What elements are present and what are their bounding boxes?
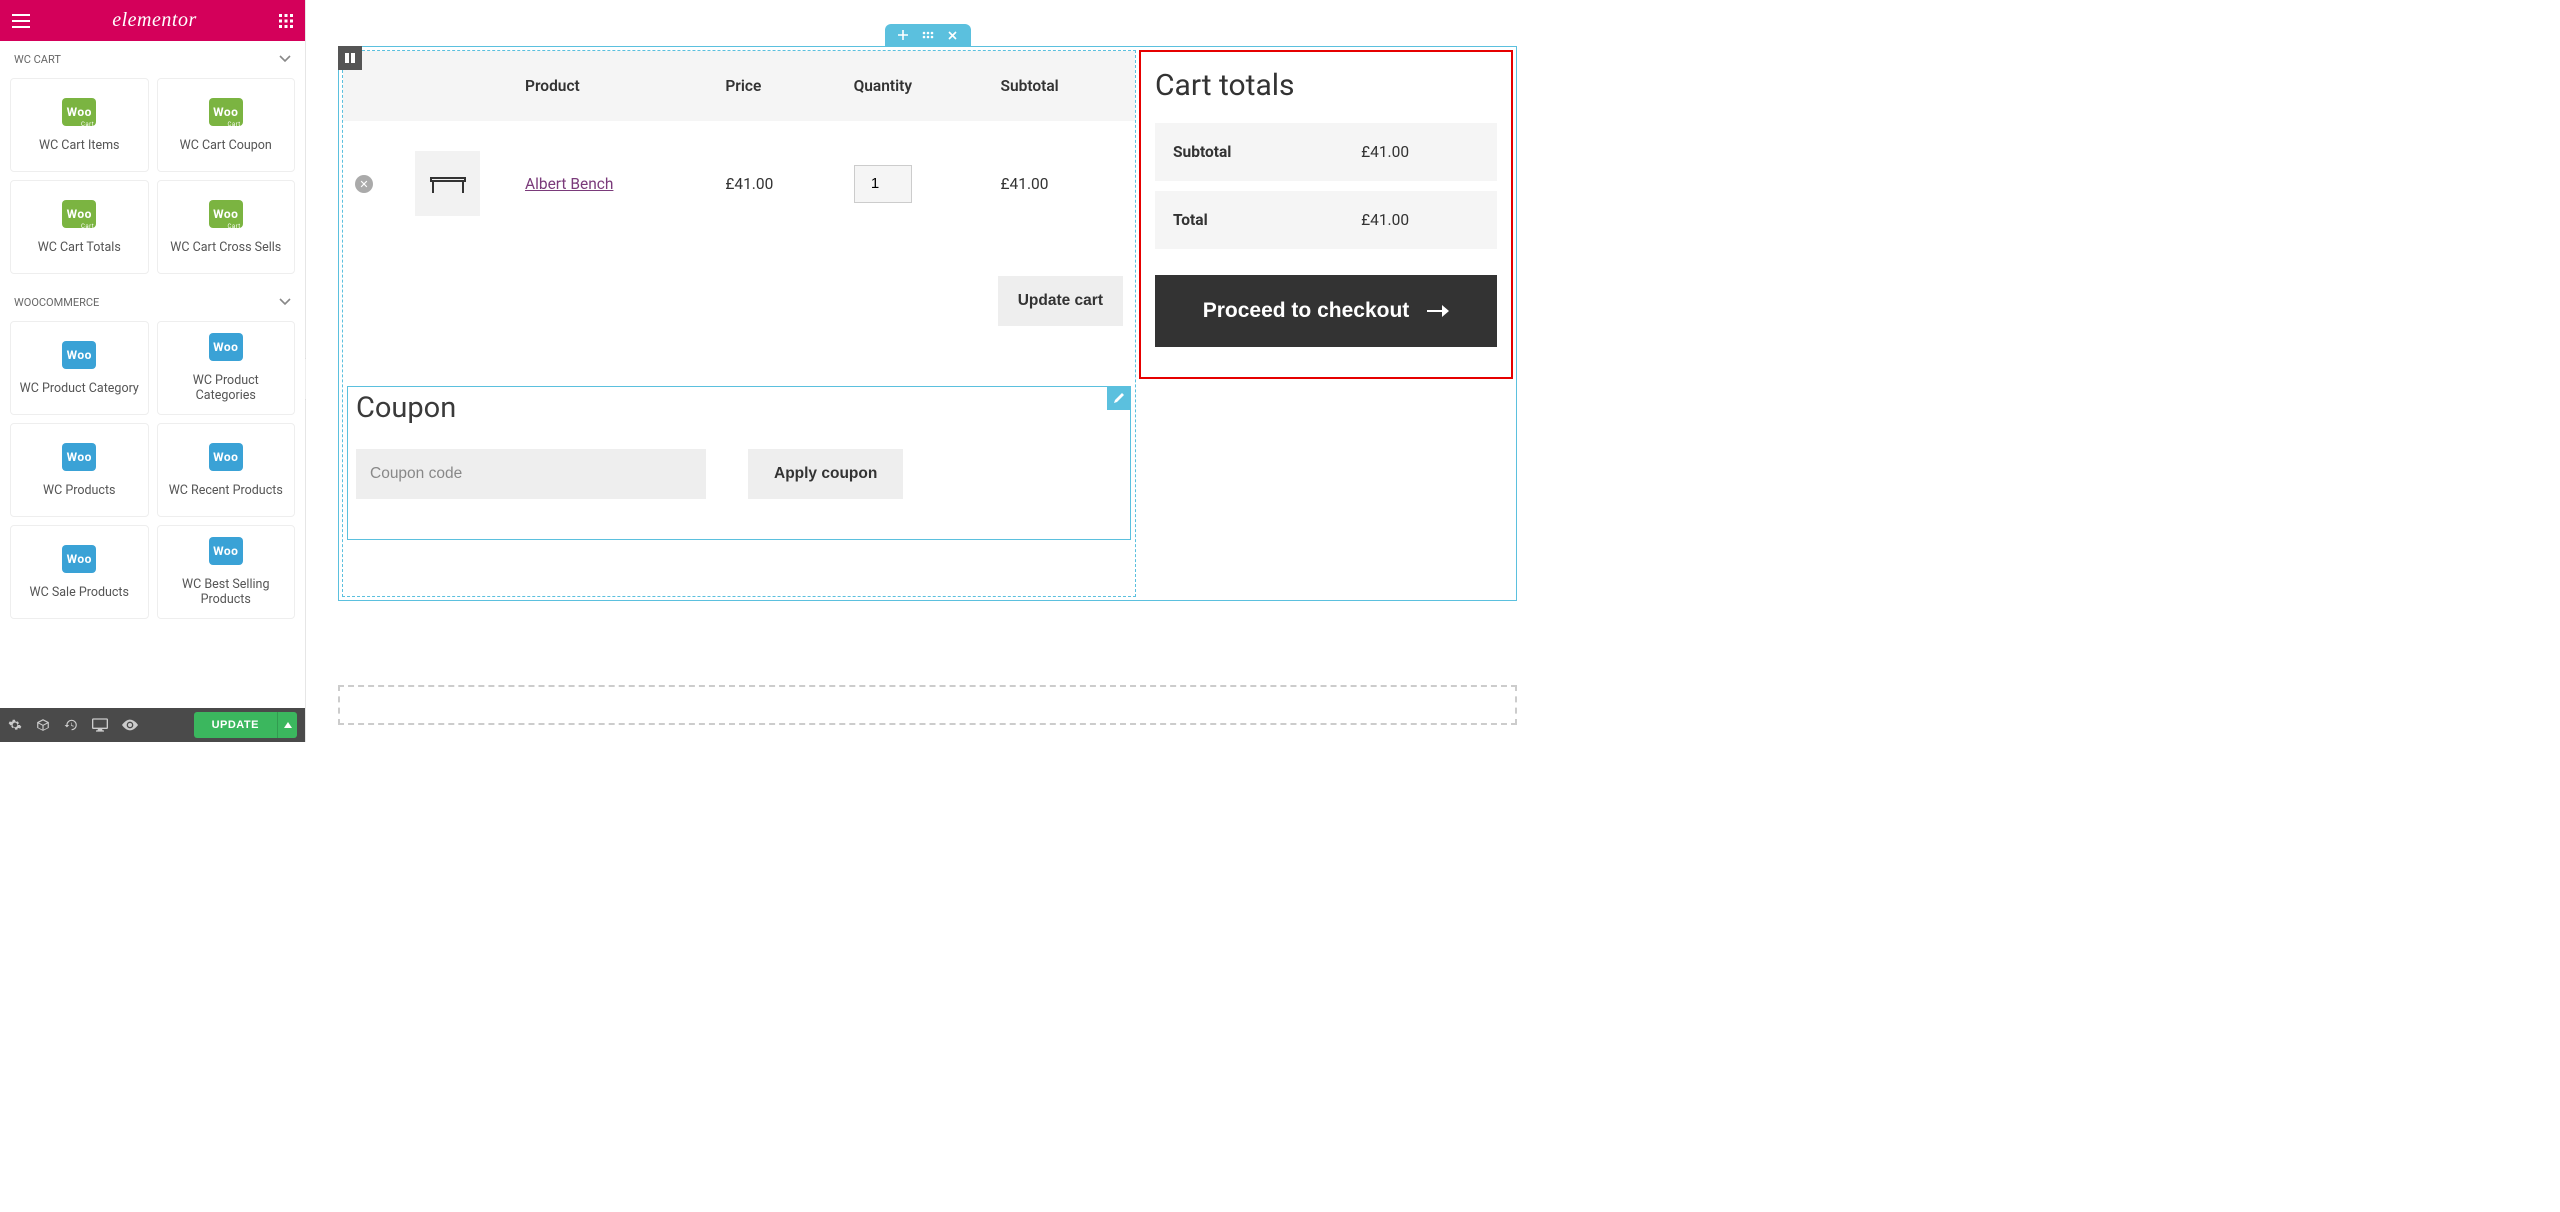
total-value: £41.00 [1343, 186, 1497, 249]
totals-title: Cart totals [1155, 68, 1497, 103]
category-wc-cart[interactable]: WC CART [0, 41, 305, 78]
editor-canvas: Product Price Quantity Subtotal ✕ [306, 0, 1549, 742]
history-icon[interactable] [64, 718, 78, 732]
subtotal-label: Subtotal [1155, 123, 1343, 186]
widgets-panel: WC CART WooCart WC Cart Items WooCart WC Ca… [0, 41, 305, 708]
delete-section-icon[interactable] [948, 31, 957, 40]
quantity-input[interactable] [854, 165, 912, 203]
remove-item-icon[interactable]: ✕ [355, 175, 373, 193]
widget-label: WC Sale Products [24, 585, 135, 600]
section[interactable]: Product Price Quantity Subtotal ✕ [338, 46, 1517, 601]
product-thumbnail[interactable] [415, 151, 480, 216]
product-link[interactable]: Albert Bench [525, 175, 613, 193]
woo-icon: Woo [209, 443, 243, 471]
widget-card[interactable]: Woo WC Product Category [10, 321, 149, 415]
preview-icon[interactable] [122, 719, 138, 731]
elementor-panel: elementor WC CART WooCartWC Cart ItemsWo… [0, 0, 306, 742]
woo-icon: Woo [62, 545, 96, 573]
totals-table: Subtotal £41.00 Total £41.00 [1155, 123, 1497, 249]
widget-label: WC Cart Cross Sells [164, 240, 287, 255]
widget-label: WC Products [37, 483, 121, 498]
cart-items-table: Product Price Quantity Subtotal ✕ [343, 51, 1135, 356]
apply-coupon-button[interactable]: Apply coupon [748, 449, 903, 499]
panel-footer: UPDATE [0, 708, 305, 742]
chevron-down-icon [279, 296, 291, 309]
item-subtotal: £41.00 [989, 121, 1135, 246]
widget-label: WC Product Category [14, 381, 145, 396]
coupon-widget[interactable]: Coupon Apply coupon [347, 386, 1131, 540]
widget-label: WC Best Selling Products [158, 577, 295, 607]
update-button[interactable]: UPDATE [194, 712, 277, 738]
widget-card[interactable]: WooCart WC Cart Items [10, 78, 149, 172]
col-subtotal: Subtotal [989, 51, 1135, 121]
responsive-icon[interactable] [92, 718, 108, 732]
subtotal-value: £41.00 [1343, 123, 1497, 186]
update-caret-button[interactable] [277, 712, 297, 738]
widget-card[interactable]: WooCart WC Cart Totals [10, 180, 149, 274]
item-price: £41.00 [713, 121, 841, 246]
woo-icon: WooCart [62, 200, 96, 228]
widget-card[interactable]: WooCart WC Cart Coupon [157, 78, 296, 172]
widget-card[interactable]: Woo WC Products [10, 423, 149, 517]
column-left[interactable]: Product Price Quantity Subtotal ✕ [342, 50, 1136, 597]
section-toolbar [885, 24, 971, 46]
coupon-code-input[interactable] [356, 449, 706, 499]
woo-icon: WooCart [62, 98, 96, 126]
col-quantity: Quantity [842, 51, 989, 121]
brand-logo: elementor [112, 9, 196, 32]
category-label: WOOCOMMERCE [14, 296, 99, 309]
column-handle-icon[interactable] [338, 46, 362, 70]
chevron-down-icon [279, 53, 291, 66]
panel-header: elementor [0, 0, 305, 41]
proceed-to-checkout-button[interactable]: Proceed to checkout [1155, 275, 1497, 347]
update-cart-button[interactable]: Update cart [998, 276, 1123, 326]
edit-widget-icon[interactable] [1107, 386, 1131, 410]
woo-icon: Woo [209, 537, 243, 565]
woo-icon: Woo [62, 341, 96, 369]
category-label: WC CART [14, 53, 61, 66]
widget-label: WC Cart Totals [32, 240, 127, 255]
woo-icon: Woo [62, 443, 96, 471]
drag-section-icon[interactable] [922, 31, 934, 39]
category-woocommerce[interactable]: WOOCOMMERCE [0, 284, 305, 321]
add-section-icon[interactable] [898, 30, 908, 40]
checkout-label: Proceed to checkout [1203, 299, 1410, 323]
widget-label: WC Product Categories [158, 373, 295, 403]
arrow-right-icon [1427, 299, 1449, 323]
total-label: Total [1155, 186, 1343, 249]
widget-card[interactable]: WooCart WC Cart Cross Sells [157, 180, 296, 274]
woo-icon: Woo [209, 333, 243, 361]
col-thumb [403, 51, 513, 121]
apps-icon[interactable] [279, 14, 293, 28]
navigator-icon[interactable] [36, 718, 50, 732]
coupon-title: Coupon [356, 391, 1122, 425]
woo-icon: WooCart [209, 200, 243, 228]
col-product: Product [513, 51, 713, 121]
widget-card[interactable]: Woo WC Recent Products [157, 423, 296, 517]
widget-label: WC Cart Coupon [174, 138, 278, 153]
col-price: Price [713, 51, 841, 121]
settings-icon[interactable] [8, 718, 22, 732]
widget-card[interactable]: Woo WC Sale Products [10, 525, 149, 619]
cart-totals-widget[interactable]: Cart totals Subtotal £41.00 Total £41.00… [1139, 50, 1513, 379]
widget-label: WC Cart Items [33, 138, 126, 153]
menu-icon[interactable] [12, 14, 30, 28]
woo-icon: WooCart [209, 98, 243, 126]
widget-card[interactable]: Woo WC Product Categories [157, 321, 296, 415]
widget-label: WC Recent Products [163, 483, 289, 498]
cart-row: ✕ Albert Bench £41.00 £41.00 [343, 121, 1135, 246]
column-right[interactable]: Cart totals Subtotal £41.00 Total £41.00… [1139, 50, 1513, 597]
widget-card[interactable]: Woo WC Best Selling Products [157, 525, 296, 619]
add-section-dropzone[interactable] [338, 685, 1517, 725]
